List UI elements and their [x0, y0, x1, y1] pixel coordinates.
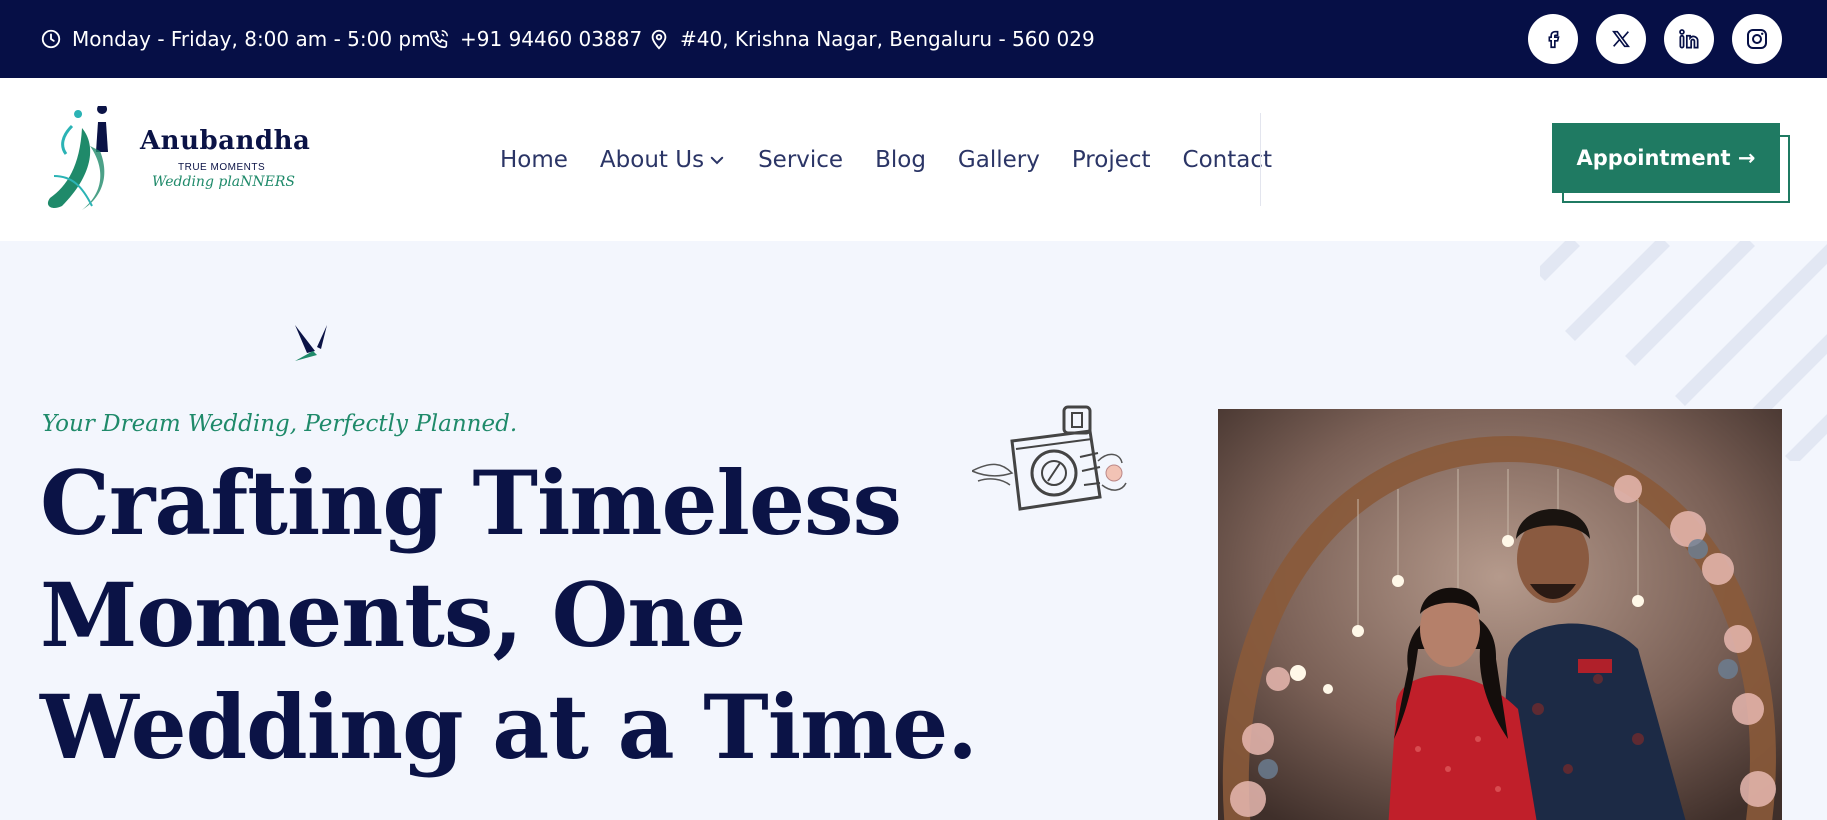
- linkedin-icon: [1679, 29, 1699, 49]
- facebook-icon: [1548, 30, 1560, 49]
- logo-tagline-top: TRUE MOMENTS: [178, 162, 266, 173]
- address-info: #40, Krishna Nagar, Bengaluru - 560 029: [648, 0, 1095, 78]
- clock-icon: [41, 29, 61, 49]
- hero-headline: Crafting Timeless Moments, One Wedding a…: [40, 451, 978, 779]
- bride-groom-logo-icon: [47, 106, 108, 210]
- business-hours: Monday - Friday, 8:00 am - 5:00 pm: [40, 0, 431, 78]
- appointment-button[interactable]: Appointment →: [1552, 123, 1780, 193]
- top-info-bar: Monday - Friday, 8:00 am - 5:00 pm +91 9…: [0, 0, 1827, 78]
- main-nav: Home About Us Service Blog Gallery Proje…: [500, 78, 1304, 241]
- couple-photo: [1218, 409, 1782, 820]
- phone-info[interactable]: +91 94460 03887: [428, 0, 642, 78]
- nav-project[interactable]: Project: [1072, 147, 1151, 173]
- x-button[interactable]: [1596, 14, 1646, 64]
- nav-divider: [1260, 113, 1261, 206]
- logo-tagline-bottom: Wedding plaNNERS: [152, 174, 296, 190]
- nav-service[interactable]: Service: [758, 147, 843, 173]
- nav-blog[interactable]: Blog: [875, 147, 926, 173]
- phone-text[interactable]: +91 94460 03887: [460, 27, 642, 51]
- instagram-button[interactable]: [1732, 14, 1782, 64]
- nav-about-us[interactable]: About Us: [600, 147, 726, 173]
- location-pin-icon: [651, 29, 667, 50]
- nav-home[interactable]: Home: [500, 147, 568, 173]
- site-logo[interactable]: Anubandha TRUE MOMENTS Wedding plaNNERS: [42, 106, 312, 216]
- logo-name: Anubandha: [140, 126, 311, 156]
- nav-gallery[interactable]: Gallery: [958, 147, 1040, 173]
- linkedin-button[interactable]: [1664, 14, 1714, 64]
- appointment-cta: Appointment →: [1552, 123, 1790, 203]
- chevron-down-icon: [710, 156, 724, 164]
- address-text: #40, Krishna Nagar, Bengaluru - 560 029: [680, 27, 1095, 51]
- site-header: Anubandha TRUE MOMENTS Wedding plaNNERS …: [0, 78, 1827, 241]
- instagram-icon: [1747, 29, 1767, 49]
- hero-tagline: Your Dream Wedding, Perfectly Planned.: [42, 411, 518, 437]
- hero-section: Your Dream Wedding, Perfectly Planned. C…: [0, 241, 1827, 820]
- nav-contact[interactable]: Contact: [1183, 147, 1272, 173]
- phone-icon: [429, 30, 448, 49]
- facebook-button[interactable]: [1528, 14, 1578, 64]
- nav-about-us-label: About Us: [599, 146, 705, 173]
- camera-sketch-icon: [972, 405, 1127, 511]
- couple-photo-image: [1218, 409, 1782, 820]
- x-icon: [1612, 30, 1630, 48]
- hours-text: Monday - Friday, 8:00 am - 5:00 pm: [72, 27, 431, 51]
- sparkle-icon: [295, 325, 327, 361]
